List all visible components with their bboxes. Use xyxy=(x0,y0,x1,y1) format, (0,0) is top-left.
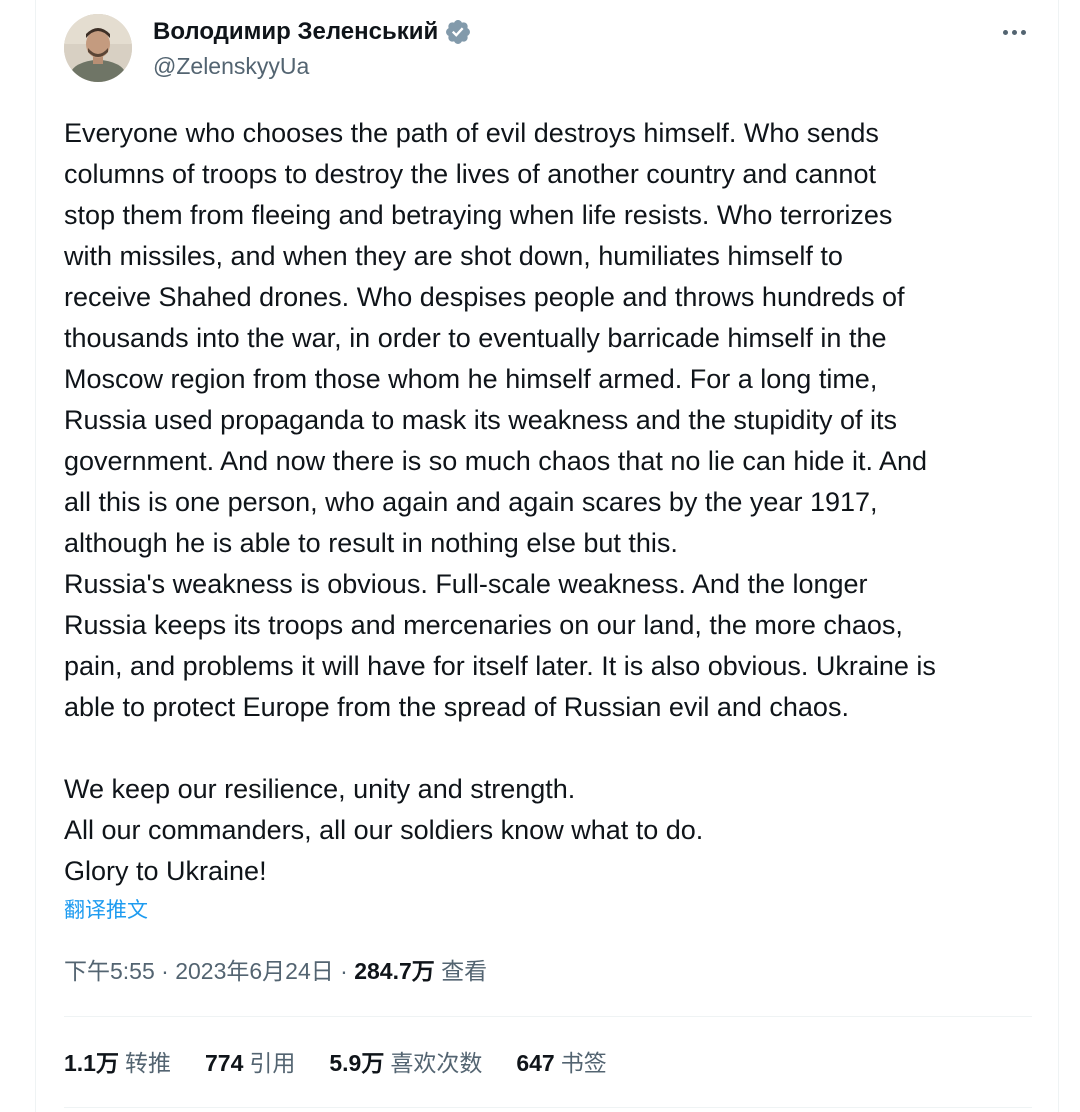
verified-badge-icon xyxy=(446,20,471,44)
tweet-line: receive Shahed drones. Who despises peop… xyxy=(64,282,905,312)
likes-stat[interactable]: 5.9万 喜欢次数 xyxy=(329,1046,482,1080)
tweet-line: government. And now there is so much cha… xyxy=(64,446,928,476)
meta-separator: · xyxy=(333,958,355,984)
more-dot xyxy=(1011,29,1017,35)
views-count: 284.7万 xyxy=(354,958,435,984)
views-label: 查看 xyxy=(441,958,488,984)
tweet-line: We keep our resilience, unity and streng… xyxy=(64,774,576,804)
more-dot xyxy=(1002,29,1008,35)
author-handle[interactable]: @ZelenskyyUa xyxy=(153,51,309,81)
bookmarks-label: 书签 xyxy=(560,1050,607,1076)
engagement-stats: 1.1万 转推 774 引用 5.9万 喜欢次数 647 书签 xyxy=(64,1046,607,1080)
translate-tweet-link[interactable]: 翻译推文 xyxy=(64,896,148,926)
more-dot xyxy=(1020,29,1026,35)
tweet-line: although he is able to result in nothing… xyxy=(64,528,678,558)
quotes-label: 引用 xyxy=(249,1050,296,1076)
tweet-line: Everyone who chooses the path of evil de… xyxy=(64,118,879,148)
bookmarks-count: 647 xyxy=(516,1050,555,1076)
tweet-line: Russia's weakness is obvious. Full-scale… xyxy=(64,569,868,599)
meta-separator: · xyxy=(154,958,176,984)
divider xyxy=(64,1107,1032,1108)
bookmarks-stat[interactable]: 647 书签 xyxy=(516,1046,606,1080)
more-options-icon[interactable] xyxy=(994,18,1034,46)
retweets-label: 转推 xyxy=(124,1050,171,1076)
tweet-line: with missiles, and when they are shot do… xyxy=(64,241,843,271)
tweet-line: Moscow region from those whom he himself… xyxy=(64,364,878,394)
tweet-blank-line xyxy=(64,728,1044,769)
tweet-line: pain, and problems it will have for itse… xyxy=(64,651,936,681)
tweet-line: All our commanders, all our soldiers kno… xyxy=(64,815,704,845)
retweets-count: 1.1万 xyxy=(64,1050,119,1076)
retweets-stat[interactable]: 1.1万 转推 xyxy=(64,1046,171,1080)
tweet-card: Володимир Зеленський @ZelenskyyUa Everyo… xyxy=(36,0,1058,1112)
avatar[interactable] xyxy=(64,14,132,82)
tweet-line: Glory to Ukraine! xyxy=(64,856,267,886)
avatar-image xyxy=(64,14,132,82)
tweet-text: Everyone who chooses the path of evil de… xyxy=(64,113,1044,892)
likes-count: 5.9万 xyxy=(329,1050,385,1076)
right-border xyxy=(1058,0,1059,1112)
tweet-time[interactable]: 下午5:55 xyxy=(64,958,155,984)
author-name-row[interactable]: Володимир Зеленський xyxy=(153,16,472,48)
tweet-line: stop them from fleeing and betraying whe… xyxy=(64,200,893,230)
likes-label: 喜欢次数 xyxy=(390,1050,483,1076)
tweet-line: Russia used propaganda to mask its weakn… xyxy=(64,405,897,435)
author-name[interactable]: Володимир Зеленський xyxy=(153,16,438,48)
tweet-date[interactable]: 2023年6月24日 xyxy=(175,958,334,984)
tweet-line: all this is one person, who again and ag… xyxy=(64,487,878,517)
tweet-line: able to protect Europe from the spread o… xyxy=(64,692,849,722)
divider xyxy=(64,1016,1032,1017)
quotes-stat[interactable]: 774 引用 xyxy=(205,1046,295,1080)
tweet-line: columns of troops to destroy the lives o… xyxy=(64,159,876,189)
tweet-line: Russia keeps its troops and mercenaries … xyxy=(64,610,903,640)
tweet-meta: 下午5:55 · 2023年6月24日 · 284.7万 查看 xyxy=(64,954,487,988)
tweet-line: thousands into the war, in order to even… xyxy=(64,323,887,353)
quotes-count: 774 xyxy=(204,1050,244,1076)
